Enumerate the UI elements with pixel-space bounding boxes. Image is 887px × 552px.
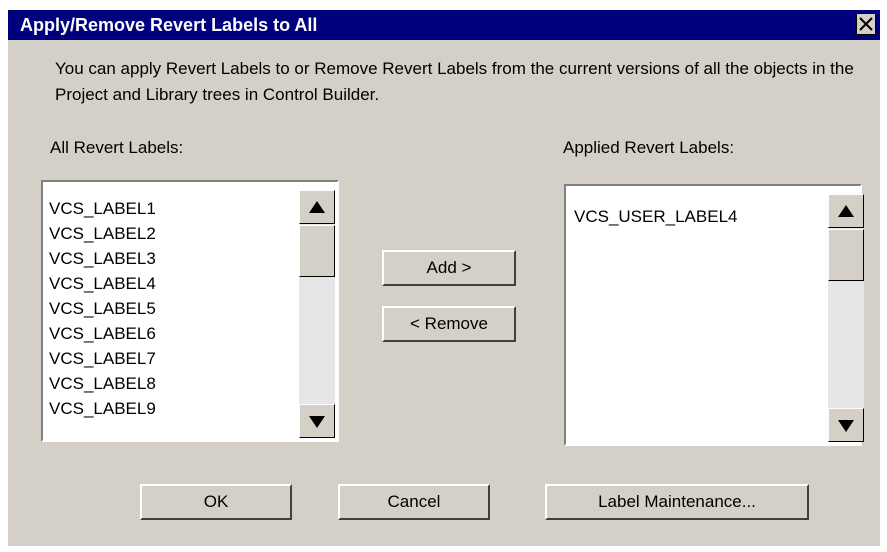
list-item[interactable]: VCS_LABEL6 [49, 321, 156, 346]
title-bar[interactable]: Apply/Remove Revert Labels to All [8, 10, 880, 40]
list-item[interactable]: VCS_LABEL4 [49, 271, 156, 296]
all-labels-scrollbar[interactable] [299, 190, 335, 438]
close-icon [859, 17, 873, 31]
all-labels-listbox[interactable]: VCS_LABEL1 VCS_LABEL2 VCS_LABEL3 VCS_LAB… [41, 180, 339, 442]
label-maintenance-button[interactable]: Label Maintenance... [545, 484, 809, 520]
list-item[interactable]: VCS_LABEL8 [49, 371, 156, 396]
scroll-up-button[interactable] [299, 190, 335, 224]
list-item[interactable]: VCS_LABEL9 [49, 396, 156, 421]
applied-labels-listbox[interactable]: VCS_USER_LABEL4 [564, 184, 864, 446]
close-button[interactable] [856, 13, 876, 35]
all-labels-heading: All Revert Labels: [50, 138, 184, 157]
list-item[interactable]: VCS_LABEL3 [49, 246, 156, 271]
remove-button[interactable]: < Remove [382, 306, 516, 342]
list-item[interactable]: VCS_USER_LABEL4 [574, 204, 737, 229]
applied-labels-scrollbar[interactable] [828, 194, 864, 442]
ok-button[interactable]: OK [140, 484, 292, 520]
list-item[interactable]: VCS_LABEL1 [49, 196, 156, 221]
add-button[interactable]: Add > [382, 250, 516, 286]
scroll-thumb[interactable] [299, 225, 335, 277]
list-item[interactable]: VCS_LABEL7 [49, 346, 156, 371]
apply-remove-revert-labels-dialog: Apply/Remove Revert Labels to All You ca… [8, 10, 880, 546]
applied-labels-heading: Applied Revert Labels: [563, 138, 735, 157]
arrow-down-icon [838, 420, 854, 432]
list-item[interactable]: VCS_LABEL2 [49, 221, 156, 246]
arrow-up-icon [309, 201, 325, 213]
arrow-down-icon [309, 416, 325, 428]
dialog-title: Apply/Remove Revert Labels to All [20, 15, 318, 35]
all-labels-list: VCS_LABEL1 VCS_LABEL2 VCS_LABEL3 VCS_LAB… [49, 196, 156, 421]
list-item[interactable]: VCS_LABEL5 [49, 296, 156, 321]
arrow-up-icon [838, 205, 854, 217]
cancel-button[interactable]: Cancel [338, 484, 490, 520]
scroll-thumb[interactable] [828, 229, 864, 281]
dialog-description: You can apply Revert Labels to or Remove… [55, 59, 854, 104]
applied-labels-list: VCS_USER_LABEL4 [574, 204, 737, 229]
scroll-up-button[interactable] [828, 194, 864, 228]
scroll-down-button[interactable] [828, 408, 864, 442]
scroll-down-button[interactable] [299, 404, 335, 438]
